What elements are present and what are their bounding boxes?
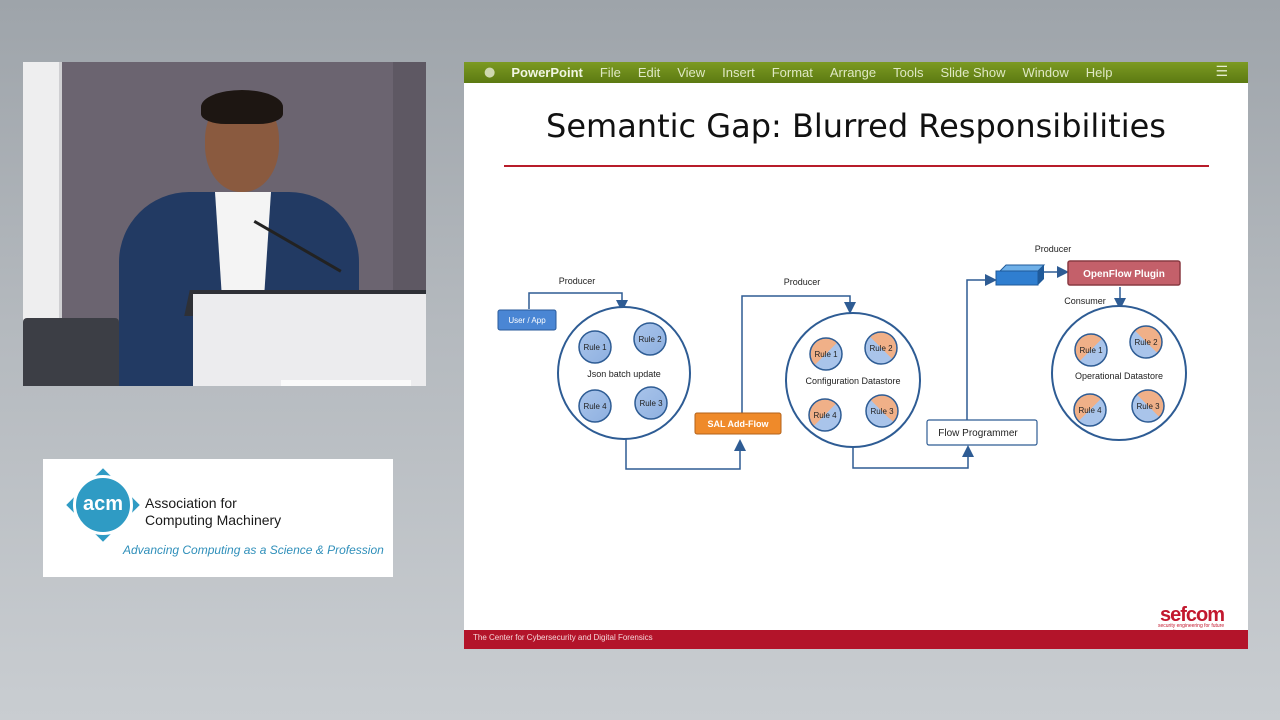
powerpoint-menubar: ● PowerPoint File Edit View Insert Forma…: [464, 62, 1248, 83]
menu-tools[interactable]: Tools: [893, 65, 923, 80]
menu-app-name[interactable]: PowerPoint: [511, 65, 583, 80]
connector-json-to-sal: [625, 435, 746, 470]
acm-logo-text: acm: [82, 493, 124, 515]
laptop: [23, 318, 119, 386]
operational-rule4-label: Rule 4: [1078, 406, 1102, 415]
json-rule4-label: Rule 4: [583, 402, 607, 411]
connector-user-to-json: [528, 292, 628, 312]
consumer-label: Consumer: [1064, 296, 1106, 306]
menu-file[interactable]: File: [600, 65, 621, 80]
menu-format[interactable]: Format: [772, 65, 813, 80]
acm-tagline: Advancing Computing as a Science & Profe…: [123, 543, 384, 557]
producer-label-1: Producer: [559, 276, 596, 286]
operational-rule2-label: Rule 2: [1134, 338, 1158, 347]
menu-edit[interactable]: Edit: [638, 65, 660, 80]
connector-flowprog-to-switch: [966, 274, 997, 420]
json-rule1-label: Rule 1: [583, 343, 607, 352]
user-app-label: User / App: [508, 316, 546, 325]
json-rule3-label: Rule 3: [639, 399, 663, 408]
config-datastore-label: Configuration Datastore: [805, 376, 900, 386]
menu-window[interactable]: Window: [1023, 65, 1069, 80]
menu-view[interactable]: View: [677, 65, 705, 80]
operational-datastore-label: Operational Datastore: [1075, 371, 1163, 381]
slide-footer-bar: The Center for Cybersecurity and Digital…: [464, 630, 1248, 649]
acm-logo-card: acm Association for Computing Machinery …: [43, 459, 393, 577]
network-switch-icon: [995, 264, 1046, 286]
sal-add-flow-label: SAL Add-Flow: [708, 419, 770, 429]
menu-arrange[interactable]: Arrange: [830, 65, 876, 80]
producer-label-2: Producer: [784, 277, 821, 287]
json-rule2-label: Rule 2: [638, 335, 662, 344]
speaker-hair: [201, 90, 283, 124]
operational-rule1-label: Rule 1: [1079, 346, 1103, 355]
list-icon[interactable]: ☰: [1215, 64, 1228, 80]
flow-diagram: User / App Producer Producer Producer Co…: [497, 244, 1187, 470]
apple-menu-icon[interactable]: ●: [484, 65, 495, 80]
menu-help[interactable]: Help: [1086, 65, 1113, 80]
acm-name-line1: Association for: [145, 495, 237, 511]
menu-slide-show[interactable]: Slide Show: [940, 65, 1005, 80]
json-batch-label: Json batch update: [587, 369, 661, 379]
menu-insert[interactable]: Insert: [722, 65, 755, 80]
config-rule3-label: Rule 3: [870, 407, 894, 416]
podium-stripe: [281, 380, 411, 386]
flow-programmer-label: Flow Programmer: [938, 428, 1018, 439]
config-rule2-label: Rule 2: [869, 344, 893, 353]
openflow-plugin-label: OpenFlow Plugin: [1083, 269, 1165, 280]
producer-label-3: Producer: [1035, 244, 1072, 254]
config-rule4-label: Rule 4: [813, 411, 837, 420]
podium: [193, 294, 426, 386]
operational-rule3-label: Rule 3: [1136, 402, 1160, 411]
acm-name-line2: Computing Machinery: [145, 512, 282, 528]
config-rule1-label: Rule 1: [814, 350, 838, 359]
slide-footer-text: The Center for Cybersecurity and Digital…: [473, 633, 653, 642]
connector-config-to-flowprog: [852, 442, 974, 469]
slide-canvas: Semantic Gap: Blurred Responsibilities U…: [464, 83, 1248, 649]
speaker-video: [23, 62, 426, 386]
